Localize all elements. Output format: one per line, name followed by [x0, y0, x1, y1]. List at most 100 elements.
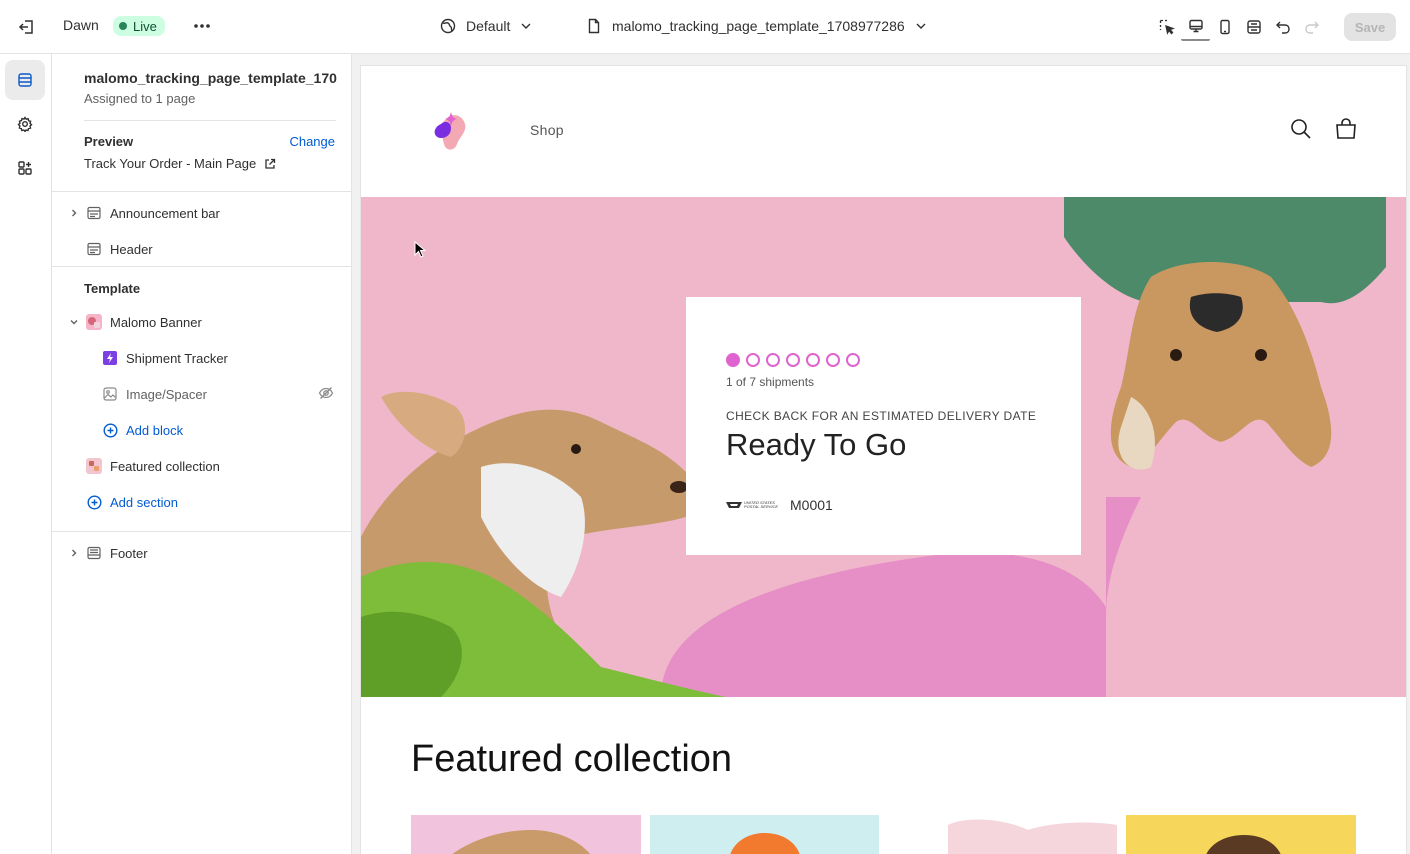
chevron-right-icon[interactable]	[66, 548, 82, 558]
plus-circle-icon	[86, 494, 102, 510]
block-shipment-tracker[interactable]: Shipment Tracker	[102, 346, 228, 370]
product-card[interactable]	[411, 815, 641, 854]
image-icon	[102, 386, 118, 402]
preview-label: Preview	[84, 134, 134, 149]
gear-icon	[17, 116, 33, 132]
divider	[84, 120, 336, 121]
carrier-row: UNITED STATES POSTAL SERVICE M0001	[726, 497, 833, 513]
delivery-estimate-text: CHECK BACK FOR AN ESTIMATED DELIVERY DAT…	[726, 409, 1037, 423]
section-label: Announcement bar	[110, 205, 220, 221]
desktop-view-button[interactable]	[1181, 13, 1210, 41]
sections-sidebar: malomo_tracking_page_template_170 Assign…	[52, 54, 352, 854]
rail-apps-button[interactable]	[5, 148, 45, 188]
search-icon[interactable]	[1290, 118, 1312, 140]
divider	[52, 191, 352, 192]
add-section-label: Add section	[110, 494, 178, 510]
collection-image-icon	[86, 458, 102, 474]
undo-icon	[1275, 21, 1290, 34]
section-layout-icon	[86, 241, 102, 257]
apps-icon	[18, 161, 32, 175]
preview-page-link[interactable]: Track Your Order - Main Page	[84, 156, 276, 171]
product-image	[1206, 835, 1281, 854]
desktop-icon	[1188, 19, 1203, 33]
fullscreen-view-button[interactable]	[1239, 13, 1268, 41]
section-malomo-banner[interactable]: Malomo Banner	[66, 310, 202, 334]
store-logo[interactable]	[427, 106, 475, 154]
store-header: Shop	[361, 66, 1406, 197]
product-card[interactable]	[1126, 815, 1356, 854]
live-badge-label: Live	[133, 18, 157, 34]
template-title: malomo_tracking_page_template_170	[84, 70, 337, 86]
live-dot-icon	[119, 22, 127, 30]
block-label: Image/Spacer	[126, 386, 207, 402]
chevron-right-icon[interactable]	[66, 208, 82, 218]
full-width-icon	[1246, 20, 1261, 34]
change-preview-link[interactable]: Change	[289, 134, 335, 149]
exit-icon	[18, 20, 33, 34]
featured-collection-title: Featured collection	[411, 738, 733, 780]
cart-icon[interactable]	[1334, 117, 1358, 141]
carrier-logo-text: UNITED STATES POSTAL SERVICE	[744, 500, 779, 509]
chevron-down-icon	[521, 23, 531, 29]
shipment-dot[interactable]	[786, 353, 800, 367]
section-footer[interactable]: Footer	[66, 541, 148, 565]
shipment-count: 1 of 7 shipments	[726, 375, 815, 389]
assigned-pages-text: Assigned to 1 page	[84, 91, 196, 106]
tracking-code[interactable]: M0001	[790, 497, 833, 513]
shipment-dot[interactable]	[806, 353, 820, 367]
exit-button[interactable]	[14, 14, 40, 40]
live-badge: Live	[113, 16, 165, 36]
shipment-dot[interactable]	[726, 353, 740, 367]
mobile-view-button[interactable]	[1210, 13, 1239, 41]
malomo-block-icon	[102, 350, 118, 366]
section-label: Malomo Banner	[110, 314, 202, 330]
rail-settings-button[interactable]	[5, 104, 45, 144]
globe-icon	[440, 18, 456, 34]
divider	[52, 531, 352, 532]
eye-hidden-icon[interactable]	[318, 385, 334, 404]
undo-button[interactable]	[1268, 13, 1297, 41]
nav-shop-link[interactable]: Shop	[530, 122, 564, 138]
product-card[interactable]	[650, 815, 879, 854]
editor-topbar: Dawn Live Default malomo_tracking_page_t…	[0, 0, 1410, 54]
section-featured-collection[interactable]: Featured collection	[86, 454, 220, 478]
usps-eagle-icon	[726, 502, 742, 508]
section-announcement-bar[interactable]: Announcement bar	[66, 201, 220, 225]
store-preview: Shop 1 of 7 shipments CHECK BACK FOR AN …	[361, 66, 1406, 854]
mobile-icon	[1219, 19, 1230, 35]
more-actions-button[interactable]	[190, 14, 214, 38]
mouse-cursor-icon	[414, 241, 426, 258]
redo-icon	[1304, 21, 1319, 34]
divider	[52, 266, 352, 267]
malomo-banner-section: 1 of 7 shipments CHECK BACK FOR AN ESTIM…	[361, 197, 1406, 697]
usps-logo: UNITED STATES POSTAL SERVICE	[726, 500, 784, 510]
section-header[interactable]: Header	[66, 237, 153, 261]
rail-sections-button[interactable]	[5, 60, 45, 100]
shipment-dot[interactable]	[826, 353, 840, 367]
shipment-dot[interactable]	[746, 353, 760, 367]
theme-name: Dawn	[63, 17, 99, 33]
malomo-app-icon	[86, 314, 102, 330]
shipment-dot[interactable]	[766, 353, 780, 367]
template-selector[interactable]: malomo_tracking_page_template_1708977286	[586, 14, 927, 38]
add-block-label: Add block	[126, 422, 184, 438]
save-button[interactable]: Save	[1344, 13, 1396, 41]
file-icon	[588, 18, 600, 34]
product-image	[452, 830, 591, 854]
section-layout-icon	[86, 205, 102, 221]
inspector-button[interactable]	[1152, 13, 1181, 41]
select-cursor-icon	[1159, 19, 1175, 35]
chevron-down-icon[interactable]	[66, 317, 82, 327]
language-selector[interactable]: Default	[440, 14, 532, 38]
shipment-status: Ready To Go	[726, 427, 907, 462]
topbar-tools: Save	[1152, 12, 1396, 42]
block-image-spacer[interactable]: Image/Spacer	[102, 382, 334, 406]
template-label: malomo_tracking_page_template_1708977286	[612, 18, 905, 34]
preview-page-label: Track Your Order - Main Page	[84, 156, 257, 171]
shipment-dot[interactable]	[846, 353, 860, 367]
add-block-button[interactable]: Add block	[102, 418, 183, 442]
section-label: Featured collection	[110, 458, 220, 474]
redo-button[interactable]	[1297, 13, 1326, 41]
product-card[interactable]	[888, 815, 1117, 854]
add-section-button[interactable]: Add section	[86, 490, 178, 514]
